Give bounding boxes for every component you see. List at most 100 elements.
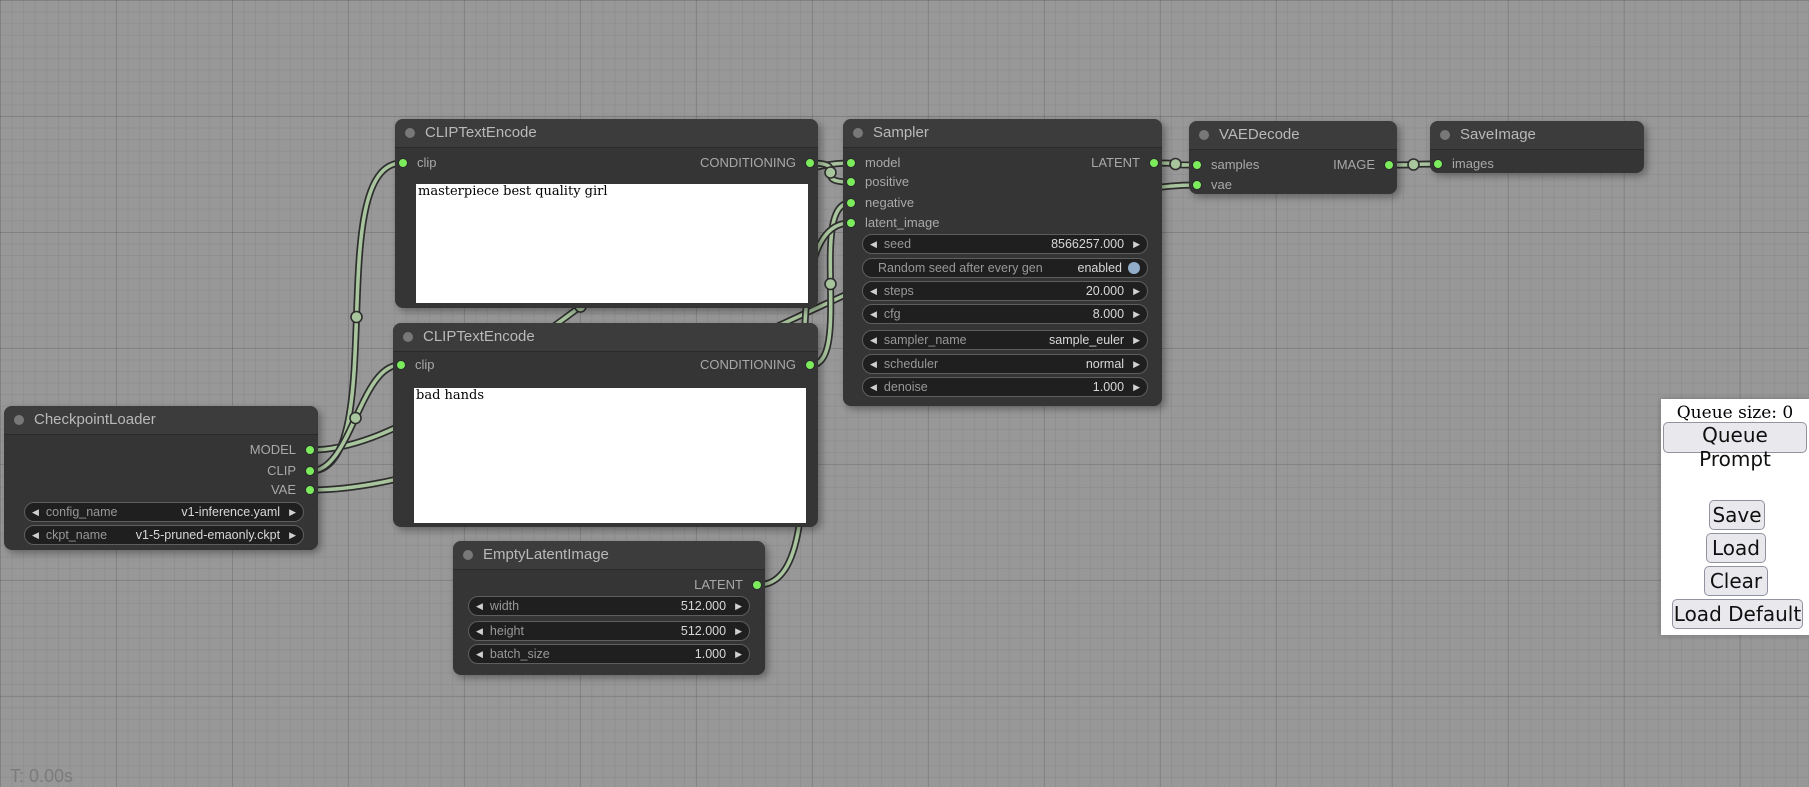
collapse-dot-icon[interactable] bbox=[405, 128, 415, 138]
widget-height[interactable]: ◀height512.000▶ bbox=[468, 621, 750, 641]
output-slot-dot-icon[interactable] bbox=[1149, 158, 1159, 168]
increment-arrow-icon[interactable]: ▶ bbox=[735, 596, 742, 616]
node-title-bar[interactable]: EmptyLatentImage bbox=[453, 541, 765, 570]
input-slot-dot-icon[interactable] bbox=[1433, 159, 1443, 169]
input-slot-dot-icon[interactable] bbox=[1192, 180, 1202, 190]
load-button[interactable]: Load bbox=[1706, 533, 1766, 563]
save-button[interactable]: Save bbox=[1709, 500, 1765, 530]
output-slot-dot-icon[interactable] bbox=[305, 466, 315, 476]
widget-label: sampler_name bbox=[884, 333, 967, 347]
output-slot-LATENT: LATENT bbox=[694, 575, 765, 595]
increment-arrow-icon[interactable]: ▶ bbox=[1133, 281, 1140, 301]
increment-arrow-icon[interactable]: ▶ bbox=[1133, 304, 1140, 324]
node-empty-latent-image[interactable]: EmptyLatentImage LATENT◀width512.000▶ ◀hei… bbox=[453, 541, 765, 675]
node-save-image[interactable]: SaveImage images bbox=[1430, 121, 1644, 173]
widget-value: 20.000 bbox=[1086, 284, 1124, 298]
decrement-arrow-icon[interactable]: ◀ bbox=[870, 377, 877, 397]
output-slot-dot-icon[interactable] bbox=[752, 580, 762, 590]
node-title-bar[interactable]: CLIPTextEncode bbox=[393, 323, 818, 352]
decrement-arrow-icon[interactable]: ◀ bbox=[476, 596, 483, 616]
input-slot-images: images bbox=[1430, 154, 1494, 174]
widget-ckpt-name[interactable]: ◀ckpt_namev1-5-pruned-emaonly.ckpt▶ bbox=[24, 525, 304, 545]
increment-arrow-icon[interactable]: ▶ bbox=[735, 621, 742, 641]
load-default-button[interactable]: Load Default bbox=[1672, 599, 1803, 629]
node-title-bar[interactable]: Sampler bbox=[843, 119, 1162, 148]
node-title-bar[interactable]: VAEDecode bbox=[1189, 121, 1397, 150]
link-midpoint-dot-icon[interactable] bbox=[825, 279, 836, 290]
output-slot-dot-icon[interactable] bbox=[805, 360, 815, 370]
node-title-bar[interactable]: SaveImage bbox=[1430, 121, 1644, 150]
output-slot-dot-icon[interactable] bbox=[805, 158, 815, 168]
increment-arrow-icon[interactable]: ▶ bbox=[1133, 377, 1140, 397]
link-midpoint-dot-icon[interactable] bbox=[350, 413, 361, 424]
output-slot-label: VAE bbox=[271, 482, 296, 497]
output-slot-dot-icon[interactable] bbox=[305, 485, 315, 495]
decrement-arrow-icon[interactable]: ◀ bbox=[870, 281, 877, 301]
link-midpoint-dot-icon[interactable] bbox=[351, 312, 362, 323]
input-slot-dot-icon[interactable] bbox=[396, 360, 406, 370]
output-slot-dot-icon[interactable] bbox=[305, 445, 315, 455]
decrement-arrow-icon[interactable]: ◀ bbox=[32, 502, 39, 522]
widget-label: scheduler bbox=[884, 357, 938, 371]
input-slot-dot-icon[interactable] bbox=[398, 158, 408, 168]
collapse-dot-icon[interactable] bbox=[463, 550, 473, 560]
node-title-bar[interactable]: CheckpointLoader bbox=[4, 406, 318, 435]
decrement-arrow-icon[interactable]: ◀ bbox=[476, 644, 483, 664]
widget-scheduler[interactable]: ◀schedulernormal▶ bbox=[862, 354, 1148, 374]
link-midpoint-dot-icon[interactable] bbox=[825, 167, 836, 178]
increment-arrow-icon[interactable]: ▶ bbox=[289, 502, 296, 522]
increment-arrow-icon[interactable]: ▶ bbox=[1133, 354, 1140, 374]
decrement-arrow-icon[interactable]: ◀ bbox=[870, 234, 877, 254]
widget-steps[interactable]: ◀steps20.000▶ bbox=[862, 281, 1148, 301]
node-vae-decode[interactable]: VAEDecodesamplesvaeIMAGE bbox=[1189, 121, 1397, 194]
prompt-text-input[interactable]: masterpiece best quality girl bbox=[416, 184, 808, 303]
collapse-dot-icon[interactable] bbox=[1440, 130, 1450, 140]
widget-denoise[interactable]: ◀denoise1.000▶ bbox=[862, 377, 1148, 397]
input-slot-dot-icon[interactable] bbox=[846, 177, 856, 187]
node-clip-text-encode-negative[interactable]: CLIPTextEncodeclipCONDITIONINGbad hands bbox=[393, 323, 818, 527]
decrement-arrow-icon[interactable]: ◀ bbox=[870, 330, 877, 350]
input-slot-label: negative bbox=[865, 195, 914, 210]
node-title-bar[interactable]: CLIPTextEncode bbox=[395, 119, 818, 148]
collapse-dot-icon[interactable] bbox=[853, 128, 863, 138]
widget-seed[interactable]: ◀seed8566257.000▶ bbox=[862, 234, 1148, 254]
widget-label: config_name bbox=[46, 505, 118, 519]
input-slot-dot-icon[interactable] bbox=[846, 158, 856, 168]
prompt-text-input[interactable]: bad hands bbox=[414, 388, 806, 523]
output-slot-dot-icon[interactable] bbox=[1384, 160, 1394, 170]
input-slot-dot-icon[interactable] bbox=[846, 198, 856, 208]
collapse-dot-icon[interactable] bbox=[14, 415, 24, 425]
widget-sampler-name[interactable]: ◀sampler_namesample_euler▶ bbox=[862, 330, 1148, 350]
widget-random-seed-after-every-gen[interactable]: Random seed after every genenabled bbox=[862, 258, 1148, 278]
widget-value: 8.000 bbox=[1093, 307, 1124, 321]
node-title: Sampler bbox=[873, 124, 929, 141]
decrement-arrow-icon[interactable]: ◀ bbox=[476, 621, 483, 641]
widget-value: 1.000 bbox=[1093, 380, 1124, 394]
link-midpoint-dot-icon[interactable] bbox=[1170, 159, 1181, 170]
queue-prompt-button[interactable]: Queue Prompt bbox=[1663, 422, 1807, 453]
node-clip-text-encode-positive[interactable]: CLIPTextEncodeclipCONDITIONINGmasterpiec… bbox=[395, 119, 818, 308]
collapse-dot-icon[interactable] bbox=[403, 332, 413, 342]
decrement-arrow-icon[interactable]: ◀ bbox=[870, 354, 877, 374]
node-sampler[interactable]: Samplermodelpositivenegativelatent_image… bbox=[843, 119, 1162, 406]
widget-value: 1.000 bbox=[695, 647, 726, 661]
widget-config-name[interactable]: ◀config_namev1-inference.yaml▶ bbox=[24, 502, 304, 522]
input-slot-label: vae bbox=[1211, 177, 1232, 192]
clear-button[interactable]: Clear bbox=[1704, 566, 1768, 596]
increment-arrow-icon[interactable]: ▶ bbox=[1133, 330, 1140, 350]
increment-arrow-icon[interactable]: ▶ bbox=[289, 525, 296, 545]
widget-width[interactable]: ◀width512.000▶ bbox=[468, 596, 750, 616]
node-checkpoint-loader[interactable]: CheckpointLoaderMODELCLIPVAE◀config_name… bbox=[4, 406, 318, 550]
widget-cfg[interactable]: ◀cfg8.000▶ bbox=[862, 304, 1148, 324]
input-slot-dot-icon[interactable] bbox=[846, 218, 856, 228]
input-slot-label: model bbox=[865, 155, 900, 170]
link-midpoint-dot-icon[interactable] bbox=[1408, 159, 1419, 170]
collapse-dot-icon[interactable] bbox=[1199, 130, 1209, 140]
widget-batch-size[interactable]: ◀batch_size1.000▶ bbox=[468, 644, 750, 664]
decrement-arrow-icon[interactable]: ◀ bbox=[32, 525, 39, 545]
increment-arrow-icon[interactable]: ▶ bbox=[1133, 234, 1140, 254]
input-slot-dot-icon[interactable] bbox=[1192, 160, 1202, 170]
decrement-arrow-icon[interactable]: ◀ bbox=[870, 304, 877, 324]
toggle-dot-icon[interactable] bbox=[1128, 262, 1140, 274]
increment-arrow-icon[interactable]: ▶ bbox=[735, 644, 742, 664]
